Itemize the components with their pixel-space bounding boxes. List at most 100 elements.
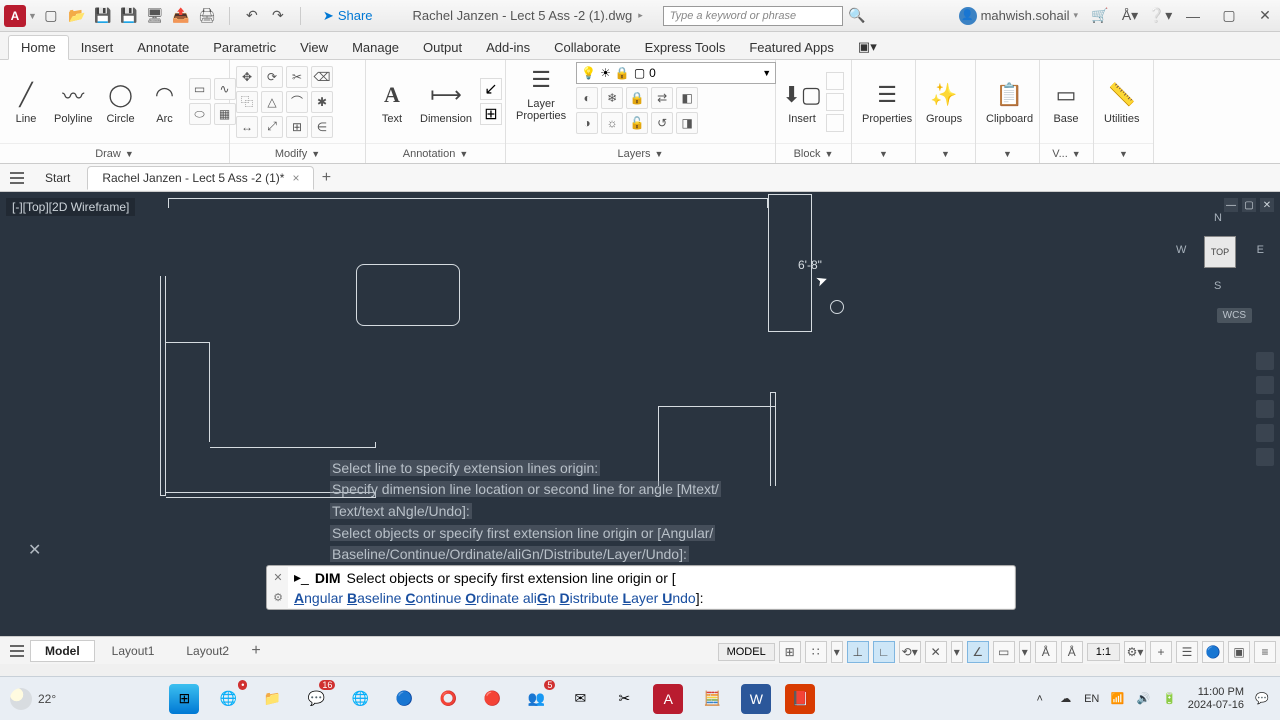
mirror-icon[interactable]: △ (261, 91, 283, 113)
add-tab-button[interactable]: + (316, 169, 336, 187)
add-layout-button[interactable]: + (246, 642, 266, 660)
line-button[interactable]: ╱Line (6, 77, 46, 127)
layer-iso-icon[interactable]: ◧ (676, 87, 698, 109)
menu-icon[interactable] (6, 167, 28, 189)
wifi-icon[interactable]: 📶 (1110, 691, 1126, 707)
arc-button[interactable]: ◠Arc (145, 77, 185, 127)
isodraft-icon[interactable]: ⟲▾ (899, 641, 921, 663)
drawing-canvas[interactable]: [-][Top][2D Wireframe] —▢✕ 6'-8" ➤ ✕ N W… (0, 192, 1280, 636)
layer-on-icon[interactable]: ◑ (576, 112, 598, 134)
tab-express-tools[interactable]: Express Tools (633, 36, 738, 59)
text-button[interactable]: AText (372, 77, 412, 127)
user-account[interactable]: 👤 mahwish.sohail▾ (959, 7, 1078, 25)
app-menu-caret[interactable]: ▼ (28, 11, 37, 21)
polyline-button[interactable]: 〰Polyline (50, 77, 97, 127)
copy-icon[interactable]: ⿻ (236, 91, 258, 113)
stretch-icon[interactable]: ↔ (236, 116, 258, 138)
tab-parametric[interactable]: Parametric (201, 36, 288, 59)
tab-collaborate[interactable]: Collaborate (542, 36, 633, 59)
anno-auto-icon[interactable]: Å (1061, 641, 1083, 663)
ortho-icon[interactable]: ⊥ (847, 641, 869, 663)
wcs-badge[interactable]: WCS (1217, 308, 1252, 323)
viewcube-top[interactable]: TOP (1204, 236, 1236, 268)
tab-manage[interactable]: Manage (340, 36, 411, 59)
cart-icon[interactable]: 🛒 (1092, 8, 1108, 24)
osnap-dropdown-icon[interactable]: ▾ (951, 641, 963, 663)
scale-button[interactable]: 1:1 (1087, 643, 1120, 661)
nav-pan-icon[interactable] (1256, 376, 1274, 394)
search-icon[interactable]: 🔍 (849, 8, 865, 24)
trim-icon[interactable]: ✂ (286, 66, 308, 88)
share-button[interactable]: ➤Share (323, 8, 373, 24)
edge-icon[interactable]: 🔵 (389, 684, 419, 714)
close-button[interactable]: ✕ (1254, 5, 1276, 27)
tab-file[interactable]: Rachel Janzen - Lect 5 Ass -2 (1)*× (87, 166, 314, 190)
lwt-dropdown-icon[interactable]: ▾ (1019, 641, 1031, 663)
hw-accel-icon[interactable]: 🔵 (1202, 641, 1224, 663)
pdf-icon[interactable]: 📕 (785, 684, 815, 714)
web-save-icon[interactable]: 📤 (173, 8, 189, 24)
redo-icon[interactable]: ↷ (270, 8, 286, 24)
volume-icon[interactable]: 🔊 (1136, 691, 1152, 707)
canvas-close-icon[interactable]: ✕ (1260, 198, 1274, 212)
clock[interactable]: 11:00 PM2024-07-16 (1188, 686, 1244, 710)
layer-dropdown[interactable]: 💡☀🔒▢ 0 ▼ (576, 62, 776, 84)
snip-icon[interactable]: ✂ (609, 684, 639, 714)
start-icon[interactable]: ⊞ (169, 684, 199, 714)
array-icon[interactable]: ⊞ (286, 116, 308, 138)
layer-freeze-icon[interactable]: ❄ (601, 87, 623, 109)
nav-zoom-icon[interactable] (1256, 400, 1274, 418)
ellipse-icon[interactable]: ⬭ (189, 103, 211, 125)
base-button[interactable]: ▭Base (1046, 77, 1086, 127)
app-icon[interactable]: 🔴 (477, 684, 507, 714)
layer-uniso-icon[interactable]: ◨ (676, 112, 698, 134)
language-icon[interactable]: EN (1084, 691, 1100, 707)
clipboard-button[interactable]: 📋Clipboard (982, 77, 1037, 127)
anno-icon[interactable]: Å (1035, 641, 1057, 663)
outlook-icon[interactable]: ✉ (565, 684, 595, 714)
undo-icon[interactable]: ↶ (244, 8, 260, 24)
groups-button[interactable]: ✨Groups (922, 77, 966, 127)
weather-widget[interactable]: 22° (0, 688, 66, 710)
dimension-button[interactable]: ⟼Dimension (416, 77, 476, 127)
table-icon[interactable]: ⊞ (480, 103, 502, 125)
canvas-max-icon[interactable]: ▢ (1242, 198, 1256, 212)
plot-icon[interactable]: 🖨 (199, 8, 215, 24)
maximize-button[interactable]: ▢ (1218, 5, 1240, 27)
scale-icon[interactable]: ⤢ (261, 116, 283, 138)
tab-insert[interactable]: Insert (69, 36, 126, 59)
word-icon[interactable]: W (741, 684, 771, 714)
circle-button[interactable]: ◯Circle (101, 77, 141, 127)
tab-home[interactable]: Home (8, 35, 69, 60)
save-icon[interactable]: 💾 (95, 8, 111, 24)
edit-block-icon[interactable] (826, 93, 844, 111)
minimize-button[interactable]: — (1182, 5, 1204, 27)
web-open-icon[interactable]: 🖥 (147, 8, 163, 24)
layer-off-icon[interactable]: ◐ (576, 87, 598, 109)
viewcube[interactable]: N W E S TOP (1180, 212, 1260, 292)
cmd-options-icon[interactable]: ⚙ (273, 591, 283, 604)
chrome-icon[interactable]: 🌐• (213, 684, 243, 714)
grid-icon[interactable]: ⊞ (779, 641, 801, 663)
tab-featured-apps[interactable]: Featured Apps (737, 36, 846, 59)
osnap-icon[interactable]: ✕ (925, 641, 947, 663)
tab-output[interactable]: Output (411, 36, 474, 59)
ribbon-toggle[interactable]: ▣▾ (846, 35, 889, 59)
customize-icon[interactable]: ☰ (1176, 641, 1198, 663)
nav-orbit-icon[interactable] (1256, 424, 1274, 442)
nav-showmotion-icon[interactable] (1256, 448, 1274, 466)
teams-icon[interactable]: 👥5 (521, 684, 551, 714)
close-tab-icon[interactable]: × (292, 171, 299, 185)
opera-icon[interactable]: ⭕ (433, 684, 463, 714)
tab-layout1[interactable]: Layout1 (97, 640, 170, 662)
layer-unlock-icon[interactable]: 🔓 (626, 112, 648, 134)
command-line[interactable]: ✕ ⚙ ▸_ DIM Select objects or specify fir… (266, 565, 1016, 610)
chevron-up-icon[interactable]: ˄ (1032, 691, 1048, 707)
clean-screen-icon[interactable]: ▣ (1228, 641, 1250, 663)
calc-icon[interactable]: 🧮 (697, 684, 727, 714)
rotate-icon[interactable]: ⟳ (261, 66, 283, 88)
explode-icon[interactable]: ✱ (311, 91, 333, 113)
polar-icon[interactable]: ∟ (873, 641, 895, 663)
nav-wheel-icon[interactable] (1256, 352, 1274, 370)
title-caret[interactable]: ▸ (638, 10, 643, 21)
